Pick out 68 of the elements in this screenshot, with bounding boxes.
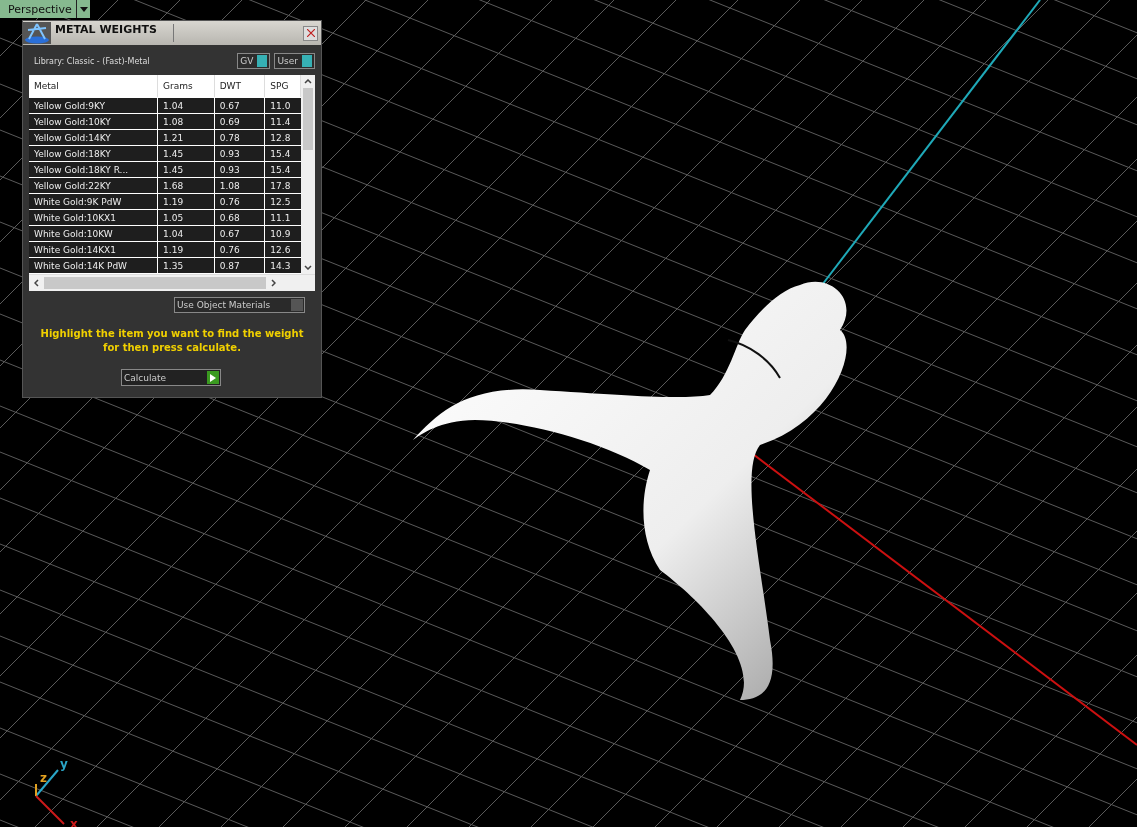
table-cell: 1.04: [158, 226, 215, 241]
caret-icon: [75, 0, 90, 18]
table-cell: 0.76: [214, 242, 266, 257]
table-cell: 1.45: [158, 162, 215, 177]
scroll-right-icon: [271, 279, 276, 287]
table-cell-text: 10.9: [269, 227, 292, 241]
table-cell-text: 11.1: [269, 211, 292, 225]
table-cell-text: 14.3: [269, 259, 292, 273]
table-cell: 0.93: [214, 162, 266, 177]
table-cell: 1.35: [158, 258, 215, 273]
table-cell: 1.08: [214, 178, 266, 193]
horizontal-scrollbar[interactable]: [29, 274, 315, 291]
table-cell: 1.04: [158, 98, 215, 113]
toggle-button[interactable]: GV: [237, 53, 271, 69]
table-cell: 1.08: [158, 114, 215, 129]
play-icon: [207, 371, 219, 384]
close-icon: [306, 29, 315, 37]
scroll-left-icon: [34, 279, 39, 287]
table-cell: 0.67: [214, 226, 266, 241]
scroll-down-icon: [304, 265, 313, 270]
table-cell-text: 12.6: [269, 243, 292, 257]
table-cell-text: 15.4: [269, 163, 292, 177]
table-cell: 1.21: [158, 130, 215, 145]
table-cell: 0.76: [214, 194, 266, 209]
table-cell: 1.45: [158, 146, 215, 161]
column-header[interactable]: Grams: [158, 75, 215, 97]
panel-title: METAL WEIGHTS: [55, 22, 158, 36]
table-cell: 1.19: [158, 242, 215, 257]
table-cell-text: 12.5: [269, 195, 292, 209]
table-cell: Yellow Gold:18KY: [29, 146, 159, 161]
axis-gizmo-drawing: z: [35, 771, 47, 797]
table-cell: Yellow Gold:9KY: [29, 98, 159, 113]
table-cell: 1.05: [158, 210, 215, 225]
table-cell: 1.19: [158, 194, 215, 209]
scroll-up-icon: [304, 79, 313, 84]
table-cell: White Gold:9K PdW: [29, 194, 159, 209]
table-cell: Yellow Gold:10KY: [29, 114, 159, 129]
calculate-button[interactable]: Calculate: [121, 369, 221, 386]
table-cell: 0.93: [214, 146, 266, 161]
scrollbar-thumb[interactable]: [44, 277, 266, 289]
column-header[interactable]: DWT: [214, 75, 266, 97]
toggle-button[interactable]: User: [274, 53, 315, 69]
table-cell-text: 12.8: [269, 131, 292, 145]
table-cell: 0.67: [214, 98, 266, 113]
table-cell: 1.68: [158, 178, 215, 193]
table-cell-text: 17.8: [269, 179, 292, 193]
table-cell-text: 11.0: [269, 99, 292, 113]
table-cell: Yellow Gold:18KY R...: [29, 162, 159, 177]
instruction-text: Highlight the item you want to find the weight for then press calculate.: [39, 327, 305, 355]
table-cell: 0.68: [214, 210, 266, 225]
table-cell: White Gold:10KW: [29, 226, 159, 241]
table-cell: White Gold:10KX1: [29, 210, 159, 225]
close-button[interactable]: [303, 25, 318, 41]
table-cell: White Gold:14K PdW: [29, 258, 159, 273]
library-label: Library: Classic - (Fast)-Metal: [34, 56, 150, 66]
table-cell-text: 15.4: [269, 147, 292, 161]
table-cell-text: 11.4: [269, 115, 292, 129]
scrollbar-thumb[interactable]: [303, 88, 314, 150]
table-cell: White Gold:14KX1: [29, 242, 159, 257]
table-cell: Yellow Gold:14KY: [29, 130, 159, 145]
object-materials-toggle[interactable]: Use Object Materials: [174, 297, 305, 313]
table-cell: Yellow Gold:22KY: [29, 178, 159, 193]
table-cell: 0.69: [214, 114, 266, 129]
vertical-scrollbar[interactable]: [301, 75, 315, 274]
table-cell: 0.78: [214, 130, 266, 145]
view-dropdown[interactable]: Perspective: [0, 0, 90, 18]
table-cell: 0.87: [214, 258, 266, 273]
column-header[interactable]: Metal: [29, 75, 159, 97]
